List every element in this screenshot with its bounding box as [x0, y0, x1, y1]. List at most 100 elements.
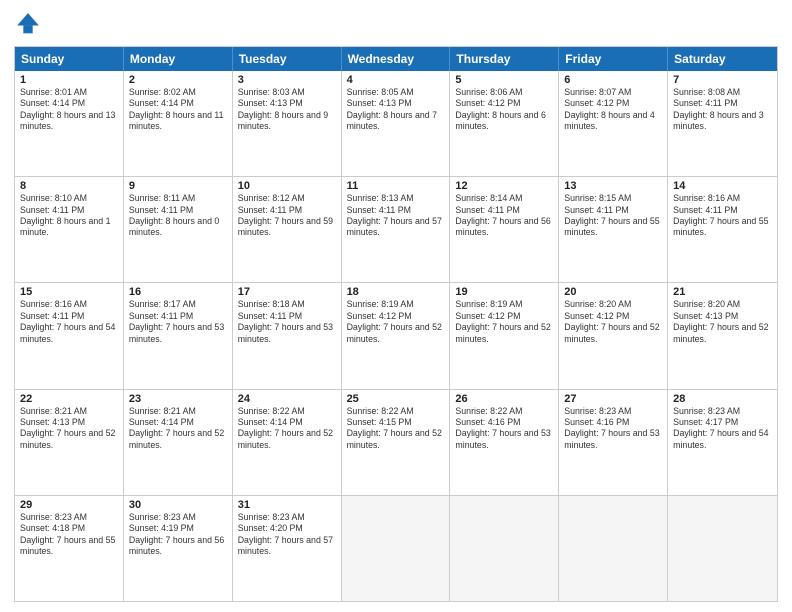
cell-details: Sunrise: 8:23 AM Sunset: 4:16 PM Dayligh… — [564, 406, 662, 452]
calendar-cell: 31Sunrise: 8:23 AM Sunset: 4:20 PM Dayli… — [233, 496, 342, 601]
cell-details: Sunrise: 8:02 AM Sunset: 4:14 PM Dayligh… — [129, 87, 227, 133]
cell-details: Sunrise: 8:21 AM Sunset: 4:13 PM Dayligh… — [20, 406, 118, 452]
day-number: 13 — [564, 180, 662, 192]
cell-details: Sunrise: 8:16 AM Sunset: 4:11 PM Dayligh… — [673, 193, 772, 239]
cell-details: Sunrise: 8:05 AM Sunset: 4:13 PM Dayligh… — [347, 87, 445, 133]
calendar-cell: 24Sunrise: 8:22 AM Sunset: 4:14 PM Dayli… — [233, 390, 342, 495]
calendar-cell: 28Sunrise: 8:23 AM Sunset: 4:17 PM Dayli… — [668, 390, 777, 495]
calendar-cell: 26Sunrise: 8:22 AM Sunset: 4:16 PM Dayli… — [450, 390, 559, 495]
calendar-cell: 6Sunrise: 8:07 AM Sunset: 4:12 PM Daylig… — [559, 71, 668, 176]
logo — [14, 10, 46, 38]
cell-details: Sunrise: 8:20 AM Sunset: 4:12 PM Dayligh… — [564, 299, 662, 345]
cell-details: Sunrise: 8:20 AM Sunset: 4:13 PM Dayligh… — [673, 299, 772, 345]
cell-details: Sunrise: 8:21 AM Sunset: 4:14 PM Dayligh… — [129, 406, 227, 452]
cell-details: Sunrise: 8:11 AM Sunset: 4:11 PM Dayligh… — [129, 193, 227, 239]
calendar-cell: 21Sunrise: 8:20 AM Sunset: 4:13 PM Dayli… — [668, 283, 777, 388]
header-cell-wednesday: Wednesday — [342, 47, 451, 71]
calendar-cell: 12Sunrise: 8:14 AM Sunset: 4:11 PM Dayli… — [450, 177, 559, 282]
day-number: 8 — [20, 180, 118, 192]
day-number: 28 — [673, 393, 772, 405]
cell-details: Sunrise: 8:06 AM Sunset: 4:12 PM Dayligh… — [455, 87, 553, 133]
cell-details: Sunrise: 8:23 AM Sunset: 4:19 PM Dayligh… — [129, 512, 227, 558]
calendar: SundayMondayTuesdayWednesdayThursdayFrid… — [14, 46, 778, 602]
day-number: 2 — [129, 74, 227, 86]
calendar-row-5: 29Sunrise: 8:23 AM Sunset: 4:18 PM Dayli… — [15, 495, 777, 601]
cell-details: Sunrise: 8:03 AM Sunset: 4:13 PM Dayligh… — [238, 87, 336, 133]
calendar-body: 1Sunrise: 8:01 AM Sunset: 4:14 PM Daylig… — [15, 71, 777, 601]
day-number: 24 — [238, 393, 336, 405]
calendar-cell: 25Sunrise: 8:22 AM Sunset: 4:15 PM Dayli… — [342, 390, 451, 495]
cell-details: Sunrise: 8:14 AM Sunset: 4:11 PM Dayligh… — [455, 193, 553, 239]
day-number: 20 — [564, 286, 662, 298]
calendar-cell: 8Sunrise: 8:10 AM Sunset: 4:11 PM Daylig… — [15, 177, 124, 282]
calendar-cell: 5Sunrise: 8:06 AM Sunset: 4:12 PM Daylig… — [450, 71, 559, 176]
logo-icon — [14, 10, 42, 38]
day-number: 1 — [20, 74, 118, 86]
header-cell-sunday: Sunday — [15, 47, 124, 71]
cell-details: Sunrise: 8:23 AM Sunset: 4:17 PM Dayligh… — [673, 406, 772, 452]
day-number: 7 — [673, 74, 772, 86]
calendar-cell: 22Sunrise: 8:21 AM Sunset: 4:13 PM Dayli… — [15, 390, 124, 495]
cell-details: Sunrise: 8:19 AM Sunset: 4:12 PM Dayligh… — [347, 299, 445, 345]
calendar-header: SundayMondayTuesdayWednesdayThursdayFrid… — [15, 47, 777, 71]
calendar-cell: 11Sunrise: 8:13 AM Sunset: 4:11 PM Dayli… — [342, 177, 451, 282]
calendar-cell: 17Sunrise: 8:18 AM Sunset: 4:11 PM Dayli… — [233, 283, 342, 388]
calendar-cell: 30Sunrise: 8:23 AM Sunset: 4:19 PM Dayli… — [124, 496, 233, 601]
cell-details: Sunrise: 8:23 AM Sunset: 4:20 PM Dayligh… — [238, 512, 336, 558]
day-number: 23 — [129, 393, 227, 405]
cell-details: Sunrise: 8:17 AM Sunset: 4:11 PM Dayligh… — [129, 299, 227, 345]
calendar-cell: 19Sunrise: 8:19 AM Sunset: 4:12 PM Dayli… — [450, 283, 559, 388]
header-cell-friday: Friday — [559, 47, 668, 71]
calendar-cell: 4Sunrise: 8:05 AM Sunset: 4:13 PM Daylig… — [342, 71, 451, 176]
calendar-cell: 10Sunrise: 8:12 AM Sunset: 4:11 PM Dayli… — [233, 177, 342, 282]
header-cell-tuesday: Tuesday — [233, 47, 342, 71]
calendar-cell: 14Sunrise: 8:16 AM Sunset: 4:11 PM Dayli… — [668, 177, 777, 282]
day-number: 30 — [129, 499, 227, 511]
calendar-cell — [559, 496, 668, 601]
calendar-cell: 23Sunrise: 8:21 AM Sunset: 4:14 PM Dayli… — [124, 390, 233, 495]
day-number: 19 — [455, 286, 553, 298]
day-number: 29 — [20, 499, 118, 511]
calendar-cell: 2Sunrise: 8:02 AM Sunset: 4:14 PM Daylig… — [124, 71, 233, 176]
day-number: 18 — [347, 286, 445, 298]
day-number: 9 — [129, 180, 227, 192]
header-cell-monday: Monday — [124, 47, 233, 71]
calendar-cell: 7Sunrise: 8:08 AM Sunset: 4:11 PM Daylig… — [668, 71, 777, 176]
day-number: 15 — [20, 286, 118, 298]
cell-details: Sunrise: 8:19 AM Sunset: 4:12 PM Dayligh… — [455, 299, 553, 345]
calendar-row-1: 1Sunrise: 8:01 AM Sunset: 4:14 PM Daylig… — [15, 71, 777, 176]
calendar-cell: 3Sunrise: 8:03 AM Sunset: 4:13 PM Daylig… — [233, 71, 342, 176]
calendar-cell: 29Sunrise: 8:23 AM Sunset: 4:18 PM Dayli… — [15, 496, 124, 601]
calendar-cell: 18Sunrise: 8:19 AM Sunset: 4:12 PM Dayli… — [342, 283, 451, 388]
cell-details: Sunrise: 8:01 AM Sunset: 4:14 PM Dayligh… — [20, 87, 118, 133]
day-number: 6 — [564, 74, 662, 86]
cell-details: Sunrise: 8:08 AM Sunset: 4:11 PM Dayligh… — [673, 87, 772, 133]
day-number: 17 — [238, 286, 336, 298]
cell-details: Sunrise: 8:22 AM Sunset: 4:14 PM Dayligh… — [238, 406, 336, 452]
cell-details: Sunrise: 8:22 AM Sunset: 4:15 PM Dayligh… — [347, 406, 445, 452]
calendar-cell: 15Sunrise: 8:16 AM Sunset: 4:11 PM Dayli… — [15, 283, 124, 388]
day-number: 11 — [347, 180, 445, 192]
day-number: 4 — [347, 74, 445, 86]
day-number: 21 — [673, 286, 772, 298]
calendar-row-4: 22Sunrise: 8:21 AM Sunset: 4:13 PM Dayli… — [15, 389, 777, 495]
cell-details: Sunrise: 8:12 AM Sunset: 4:11 PM Dayligh… — [238, 193, 336, 239]
header — [14, 10, 778, 38]
day-number: 22 — [20, 393, 118, 405]
day-number: 10 — [238, 180, 336, 192]
header-cell-thursday: Thursday — [450, 47, 559, 71]
calendar-cell: 9Sunrise: 8:11 AM Sunset: 4:11 PM Daylig… — [124, 177, 233, 282]
day-number: 16 — [129, 286, 227, 298]
calendar-cell: 13Sunrise: 8:15 AM Sunset: 4:11 PM Dayli… — [559, 177, 668, 282]
cell-details: Sunrise: 8:16 AM Sunset: 4:11 PM Dayligh… — [20, 299, 118, 345]
cell-details: Sunrise: 8:15 AM Sunset: 4:11 PM Dayligh… — [564, 193, 662, 239]
header-cell-saturday: Saturday — [668, 47, 777, 71]
calendar-cell: 16Sunrise: 8:17 AM Sunset: 4:11 PM Dayli… — [124, 283, 233, 388]
calendar-cell — [450, 496, 559, 601]
calendar-cell: 20Sunrise: 8:20 AM Sunset: 4:12 PM Dayli… — [559, 283, 668, 388]
day-number: 26 — [455, 393, 553, 405]
calendar-cell: 27Sunrise: 8:23 AM Sunset: 4:16 PM Dayli… — [559, 390, 668, 495]
calendar-row-3: 15Sunrise: 8:16 AM Sunset: 4:11 PM Dayli… — [15, 282, 777, 388]
cell-details: Sunrise: 8:23 AM Sunset: 4:18 PM Dayligh… — [20, 512, 118, 558]
day-number: 27 — [564, 393, 662, 405]
